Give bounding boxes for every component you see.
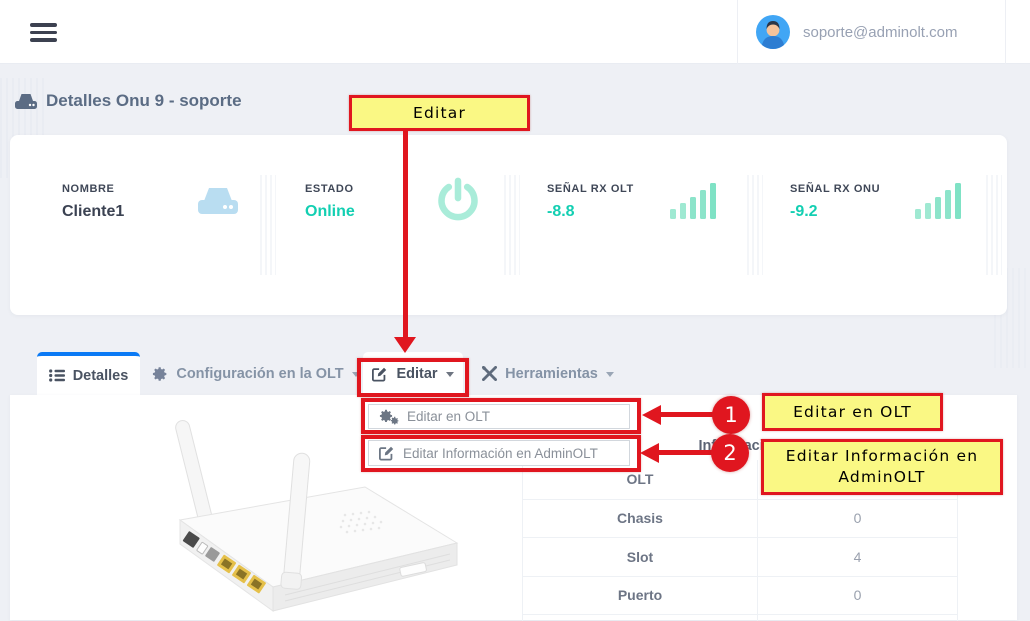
user-account-menu[interactable]: soporte@adminolt.com [737, 0, 1006, 64]
gear-icon [152, 366, 168, 382]
stat-estado: ESTADO Online [305, 183, 355, 221]
hamburger-menu-icon[interactable] [30, 23, 57, 42]
list-icon [49, 369, 65, 382]
onu-device-icon [14, 93, 38, 110]
stat-divider [504, 175, 520, 275]
tab-detalles[interactable]: Detalles [37, 352, 140, 395]
annotation-step-1-badge: 1 [712, 396, 750, 434]
page-title: Detalles Onu 9 - soporte [14, 91, 242, 111]
stat-senal-rx-olt: SEÑAL RX OLT -8.8 [547, 183, 634, 221]
table-row: Puerto 0 [522, 576, 958, 615]
onu-status-card: NOMBRE Cliente1 ESTADO Online SEÑAL RX O… [10, 135, 1007, 315]
annotation-arrow-2-head [640, 443, 659, 463]
chevron-down-icon [606, 372, 614, 377]
tab-herramientas[interactable]: Herramientas [474, 352, 622, 395]
stat-senal-rx-onu: SEÑAL RX ONU -9.2 [790, 183, 880, 221]
annotation-callout-editar-en-olt: Editar en OLT [762, 393, 943, 431]
user-email: soporte@adminolt.com [803, 24, 957, 41]
stat-nombre: NOMBRE Cliente1 [62, 183, 124, 221]
tools-icon [482, 366, 497, 381]
top-header: soporte@adminolt.com [0, 0, 1030, 64]
tab-configuracion-olt[interactable]: Configuración en la OLT [150, 352, 362, 395]
annotation-box-editar-en-olt [361, 398, 641, 434]
stat-divider [260, 175, 276, 275]
signal-bars-icon [915, 183, 963, 219]
annotation-arrow-down [403, 131, 408, 338]
annotation-arrow-down-head [394, 337, 416, 353]
user-avatar-icon [756, 15, 790, 49]
stat-divider [747, 175, 763, 275]
annotation-arrow-2 [659, 450, 712, 455]
annotation-box-editar-tab [357, 358, 469, 397]
annotation-editar-callout: Editar [349, 95, 530, 131]
power-icon [435, 177, 481, 223]
annotation-arrow-1 [661, 412, 714, 417]
table-row: Chasis 0 [522, 499, 958, 538]
signal-bars-icon [670, 183, 718, 219]
modem-icon [196, 185, 240, 217]
annotation-callout-editar-informacion: Editar Información en AdminOLT [761, 439, 1003, 495]
annotation-box-editar-informacion [361, 435, 641, 472]
annotation-arrow-1-head [642, 405, 661, 425]
annotation-step-2-badge: 2 [711, 434, 749, 472]
table-row: Slot 4 [522, 537, 958, 576]
stat-divider [986, 175, 1002, 275]
